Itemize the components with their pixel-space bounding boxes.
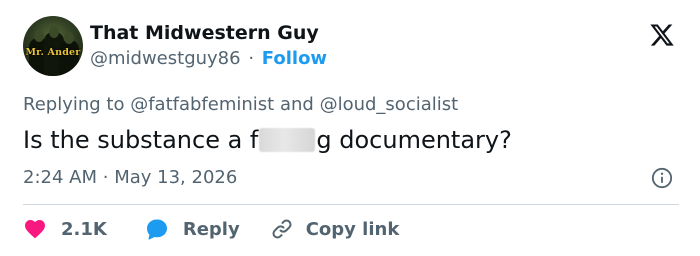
reply-bubble-icon	[146, 219, 167, 240]
tweet-text: Is the substance a f g documentary?	[23, 124, 512, 156]
reply-label: Reply	[182, 218, 240, 240]
avatar-head	[34, 30, 44, 42]
tweet-time: 2:24 AM	[23, 167, 97, 188]
timestamp[interactable]: 2:24 AM · May 13, 2026	[23, 167, 237, 188]
replying-to-conjunction: and	[279, 94, 314, 115]
tweet-text-part: g documentary?	[316, 126, 512, 154]
tweet-text-part: Is the substance a f	[23, 126, 259, 154]
user-handle[interactable]: @midwestguy86	[90, 48, 241, 69]
timestamp-separator: ·	[102, 167, 109, 188]
like-count: 2.1K	[61, 218, 107, 240]
mention-link[interactable]: @loud_socialist	[320, 94, 459, 115]
tweet-date: May 13, 2026	[114, 167, 238, 188]
link-icon	[272, 219, 292, 239]
avatar-head	[49, 26, 59, 38]
replying-to: Replying to @fatfabfeminist and @loud_so…	[23, 94, 458, 115]
copy-link-label: Copy link	[305, 218, 400, 240]
reply-button[interactable]: Reply	[145, 217, 240, 241]
copy-link-button[interactable]: Copy link	[270, 217, 400, 241]
censor-blur	[259, 128, 316, 152]
handle-separator: ·	[248, 48, 255, 69]
action-bar: 2.1K Reply Copy link	[23, 216, 421, 242]
heart-icon	[25, 220, 45, 239]
avatar-figure	[59, 40, 79, 76]
display-name[interactable]: That Midwestern Guy	[90, 22, 319, 44]
avatar[interactable]: Mr. Ander	[23, 16, 83, 76]
avatar-head	[64, 32, 74, 44]
avatar-caption: Mr. Ander	[25, 47, 81, 58]
handle-row: @midwestguy86 · Follow	[90, 48, 327, 69]
follow-button[interactable]: Follow	[262, 48, 327, 69]
info-icon[interactable]	[651, 167, 673, 189]
divider	[23, 204, 679, 205]
mention-link[interactable]: @fatfabfeminist	[130, 94, 274, 115]
like-button[interactable]: 2.1K	[23, 217, 107, 241]
replying-to-prefix: Replying to	[23, 94, 125, 115]
x-logo-icon[interactable]	[648, 22, 676, 48]
